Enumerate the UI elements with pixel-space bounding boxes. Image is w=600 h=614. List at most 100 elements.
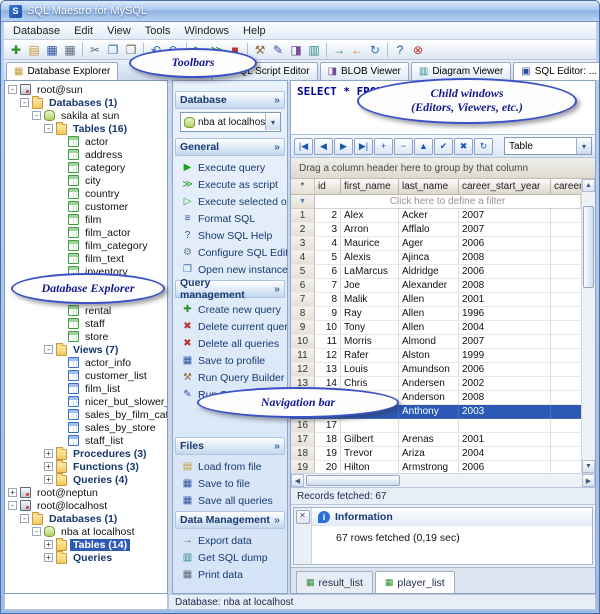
nav-item-create-new-query[interactable]: ✚ Create new query xyxy=(173,301,287,318)
cell-career-start-year[interactable]: 1999 xyxy=(459,349,551,363)
tree-item-actor[interactable]: actor xyxy=(5,135,167,148)
nav-item-save-to-profile[interactable]: ▦ Save to profile xyxy=(173,352,287,369)
row-indicator[interactable]: 4 xyxy=(291,251,315,265)
row-indicator[interactable]: 2 xyxy=(291,223,315,237)
table-row[interactable]: 1 2 Alex Acker 2007 xyxy=(291,209,581,223)
nav-section-header-query-management[interactable]: Query management » xyxy=(175,277,285,301)
nav-item-save-all-queries[interactable]: ▦ Save all queries xyxy=(173,492,287,509)
cell-career-start-year[interactable]: 2006 xyxy=(459,461,551,473)
cell-last-name[interactable]: Allen xyxy=(399,307,459,321)
table-row[interactable]: 19 20 Hilton Armstrong 2006 xyxy=(291,461,581,473)
row-indicator[interactable]: 3 xyxy=(291,237,315,251)
cell-first-name[interactable]: Arron xyxy=(341,223,399,237)
row-indicator[interactable]: 18 xyxy=(291,447,315,461)
row-indicator[interactable]: 1 xyxy=(291,209,315,223)
tree-item-nicer-but-slower-film[interactable]: nicer_but_slower_film xyxy=(5,395,167,408)
tree-item-root-sun[interactable]: - root@sun xyxy=(5,83,167,96)
nav-section-header-database[interactable]: Database » xyxy=(175,91,285,109)
cell-career[interactable] xyxy=(551,251,581,265)
cell-first-name[interactable]: Joe xyxy=(341,279,399,293)
collapse-icon[interactable]: - xyxy=(8,501,17,510)
table-row[interactable]: 12 13 Louis Amundson 2006 xyxy=(291,363,581,377)
tree-item-film-list[interactable]: film_list xyxy=(5,382,167,395)
cell-last-name[interactable]: Acker xyxy=(399,209,459,223)
menu-database[interactable]: Database xyxy=(6,24,67,38)
nav-item-print-data[interactable]: ▦ Print data xyxy=(173,566,287,583)
cell-last-name[interactable]: Ariza xyxy=(399,447,459,461)
row-indicator[interactable]: 12 xyxy=(291,363,315,377)
tree-item-tables-14[interactable]: + Tables (14) xyxy=(5,538,167,551)
cell-last-name[interactable]: Arenas xyxy=(399,433,459,447)
cell-career-start-year[interactable]: 2001 xyxy=(459,293,551,307)
delete-record-button[interactable]: − xyxy=(394,137,413,155)
row-indicator[interactable]: 16 xyxy=(291,419,315,433)
scroll-right-icon[interactable]: ▶ xyxy=(582,474,595,487)
cell-last-name[interactable]: Allen xyxy=(399,293,459,307)
cell-career-start-year[interactable]: 2004 xyxy=(459,321,551,335)
post-edit-button[interactable]: ✔ xyxy=(434,137,453,155)
expand-icon[interactable]: + xyxy=(44,462,53,471)
cell-career[interactable] xyxy=(551,363,581,377)
scroll-left-icon[interactable]: ◀ xyxy=(291,474,304,487)
table-row[interactable]: 16 17 xyxy=(291,419,581,433)
cell-id[interactable]: 12 xyxy=(315,349,341,363)
cell-first-name[interactable]: LaMarcus xyxy=(341,265,399,279)
menu-windows[interactable]: Windows xyxy=(177,24,236,38)
nav-item-execute-selected-only[interactable]: ▷ Execute selected only xyxy=(173,193,287,210)
vertical-scroll-thumb[interactable] xyxy=(583,206,594,288)
first-record-button[interactable]: |◀ xyxy=(294,137,313,155)
table-row[interactable]: 4 5 Alexis Ajinca 2008 xyxy=(291,251,581,265)
tree-item-customer-list[interactable]: customer_list xyxy=(5,369,167,382)
tree-item-sales-by-film-categor[interactable]: sales_by_film_categor xyxy=(5,408,167,421)
new-object-icon[interactable]: ✚ xyxy=(7,42,25,58)
collapse-icon[interactable]: - xyxy=(20,98,29,107)
expand-icon[interactable]: + xyxy=(8,488,17,497)
cell-first-name[interactable] xyxy=(341,419,399,433)
cell-last-name[interactable]: Allen xyxy=(399,321,459,335)
collapse-icon[interactable]: - xyxy=(44,124,53,133)
cell-last-name[interactable]: Armstrong xyxy=(399,461,459,473)
copy-icon[interactable]: ❐ xyxy=(104,42,122,58)
next-record-button[interactable]: ▶ xyxy=(334,137,353,155)
cell-career-start-year[interactable]: 2004 xyxy=(459,447,551,461)
cell-id[interactable]: 18 xyxy=(315,433,341,447)
cell-id[interactable]: 13 xyxy=(315,363,341,377)
tree-item-rental[interactable]: rental xyxy=(5,304,167,317)
nav-item-execute-as-script[interactable]: ≫ Execute as script xyxy=(173,176,287,193)
cell-id[interactable]: 19 xyxy=(315,447,341,461)
query-builder-icon[interactable]: ⚒ xyxy=(251,42,269,58)
tree-item-queries-4[interactable]: + Queries (4) xyxy=(5,473,167,486)
cell-career-start-year[interactable]: 2007 xyxy=(459,223,551,237)
cell-career[interactable] xyxy=(551,419,581,433)
row-indicator[interactable]: 11 xyxy=(291,349,315,363)
cell-first-name[interactable]: Morris xyxy=(341,335,399,349)
tree-item-procedures-3[interactable]: + Procedures (3) xyxy=(5,447,167,460)
cell-career-start-year[interactable]: 2001 xyxy=(459,433,551,447)
nav-item-save-to-file[interactable]: ▦ Save to file xyxy=(173,475,287,492)
cell-career-start-year[interactable]: 1996 xyxy=(459,307,551,321)
cell-career-start-year[interactable]: 2002 xyxy=(459,377,551,391)
table-row[interactable]: 5 6 LaMarcus Aldridge 2006 xyxy=(291,265,581,279)
cell-id[interactable]: 17 xyxy=(315,419,341,433)
tab-database-explorer[interactable]: ▦ Database Explorer xyxy=(6,62,119,80)
row-indicator[interactable]: 9 xyxy=(291,321,315,335)
blob-viewer-icon[interactable]: ◨ xyxy=(287,42,305,58)
nav-item-load-from-file[interactable]: ▤ Load from file xyxy=(173,458,287,475)
cell-career-start-year[interactable]: 2006 xyxy=(459,363,551,377)
cell-first-name[interactable]: Tony xyxy=(341,321,399,335)
cell-id[interactable]: 9 xyxy=(315,307,341,321)
table-row[interactable]: 7 8 Malik Allen 2001 xyxy=(291,293,581,307)
menu-help[interactable]: Help xyxy=(236,24,273,38)
nav-section-header-data-management[interactable]: Data Management » xyxy=(175,511,285,529)
cell-career-start-year[interactable] xyxy=(459,419,551,433)
cell-career-start-year[interactable]: 2006 xyxy=(459,237,551,251)
table-row[interactable]: 9 10 Tony Allen 2004 xyxy=(291,321,581,335)
cell-id[interactable]: 3 xyxy=(315,223,341,237)
cell-last-name[interactable]: Andersen xyxy=(399,377,459,391)
column-header-first-name[interactable]: first_name xyxy=(341,179,399,195)
table-row[interactable]: 17 18 Gilbert Arenas 2001 xyxy=(291,433,581,447)
table-row[interactable]: 6 7 Joe Alexander 2008 xyxy=(291,279,581,293)
cell-first-name[interactable]: Maurice xyxy=(341,237,399,251)
cell-career[interactable] xyxy=(551,461,581,473)
cell-id[interactable]: 8 xyxy=(315,293,341,307)
